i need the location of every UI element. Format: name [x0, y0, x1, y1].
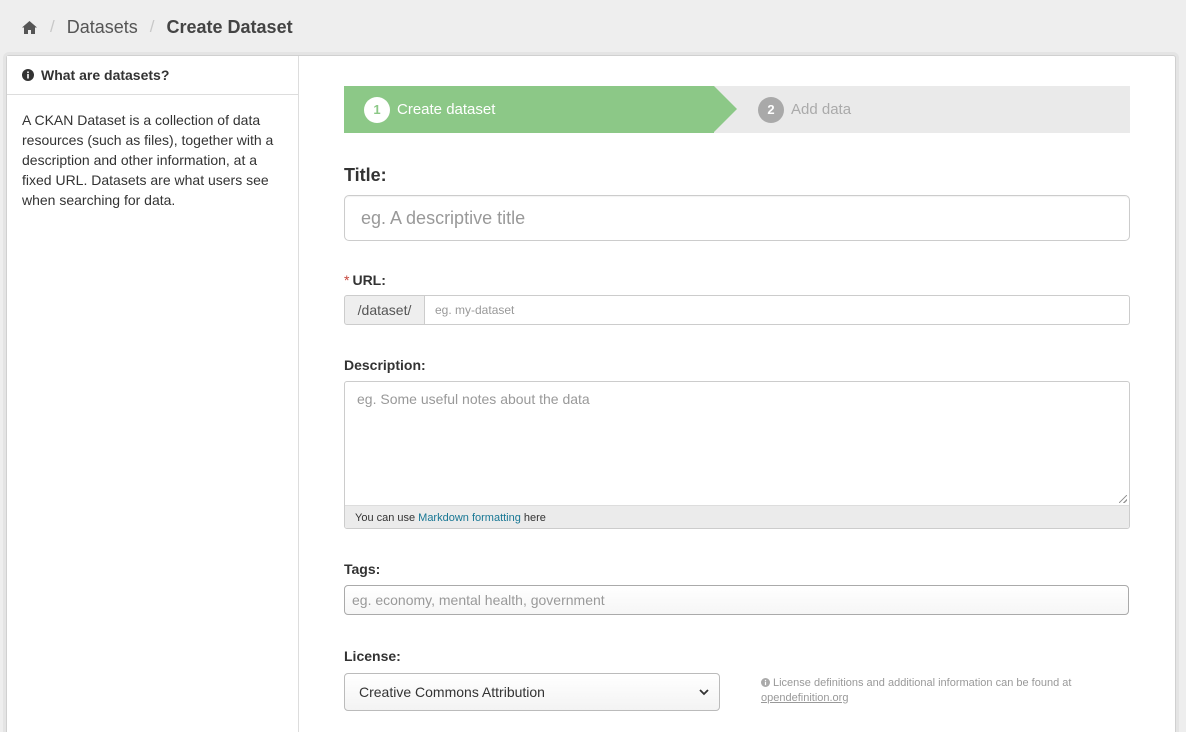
resize-handle[interactable] — [1119, 495, 1127, 503]
license-label: License: — [344, 648, 401, 664]
help-suffix: here — [523, 511, 546, 524]
sidebar-heading-text: What are datasets? — [41, 67, 170, 83]
description-field-group: Description: eg. Some useful notes about… — [344, 357, 1130, 529]
markdown-help: You can use Markdown formatting here — [345, 505, 1129, 528]
license-selected-value: Creative Commons Attribution — [359, 684, 545, 700]
description-box: eg. Some useful notes about the data You… — [344, 381, 1130, 529]
stage-add-data[interactable]: 2 Add data — [758, 86, 851, 133]
description-placeholder: eg. Some useful notes about the data — [357, 391, 590, 407]
stage-create-dataset[interactable]: 1 Create dataset — [344, 86, 714, 133]
info-icon — [761, 678, 770, 687]
title-field-group: Title: eg. A descriptive title — [344, 165, 1130, 241]
license-select[interactable]: Creative Commons Attribution — [344, 673, 720, 711]
url-label: * URL: — [344, 272, 1130, 288]
required-marker: * — [344, 272, 350, 288]
tags-field-group: Tags: eg. economy, mental health, govern… — [344, 561, 1130, 615]
stage-number: 1 — [364, 96, 390, 123]
breadcrumb-create-dataset[interactable]: Create Dataset — [167, 17, 293, 38]
sidebar-heading: What are datasets? — [7, 56, 298, 95]
main-card: What are datasets? A CKAN Dataset is a c… — [6, 55, 1176, 732]
url-field-group: * URL: /dataset/ eg. my-dataset — [344, 272, 1130, 325]
form-content: 1 Create dataset 2 Add data Title: eg. A… — [299, 56, 1175, 732]
opendefinition-link[interactable]: opendefinition.org — [761, 692, 848, 704]
stage-arrow — [714, 86, 737, 132]
url-input-row: /dataset/ eg. my-dataset — [344, 295, 1130, 325]
tags-label: Tags: — [344, 561, 381, 577]
markdown-formatting-link[interactable]: Markdown formatting — [418, 512, 521, 524]
stage-number: 2 — [758, 96, 784, 123]
url-label-text: URL: — [352, 272, 386, 288]
info-icon — [22, 69, 34, 81]
breadcrumb: / Datasets / Create Dataset — [0, 0, 1186, 54]
url-prefix: /dataset/ — [344, 295, 425, 325]
sidebar-description: A CKAN Dataset is a collection of data r… — [22, 112, 274, 208]
sidebar: What are datasets? A CKAN Dataset is a c… — [7, 56, 299, 732]
license-row: Creative Commons Attribution License def… — [344, 673, 1130, 711]
tags-input[interactable]: eg. economy, mental health, government — [344, 585, 1129, 615]
home-icon[interactable] — [21, 20, 38, 35]
breadcrumb-separator: / — [149, 17, 155, 36]
license-field-group: License: Creative Commons Attribution Li… — [344, 648, 1130, 711]
license-info: License definitions and additional infor… — [761, 676, 1091, 706]
breadcrumb-separator: / — [50, 17, 55, 36]
license-info-text: License definitions and additional infor… — [773, 677, 1072, 689]
description-textarea[interactable]: eg. Some useful notes about the data — [345, 382, 1129, 505]
stage-label: Create dataset — [397, 101, 496, 118]
stages-bar: 1 Create dataset 2 Add data — [344, 86, 1130, 133]
help-prefix: You can use — [355, 511, 416, 524]
description-label: Description: — [344, 357, 426, 373]
title-input[interactable]: eg. A descriptive title — [344, 195, 1130, 241]
url-input[interactable]: eg. my-dataset — [425, 295, 1130, 325]
stage-label: Add data — [791, 101, 852, 118]
title-label: Title: — [344, 165, 387, 185]
breadcrumb-datasets[interactable]: Datasets — [67, 17, 138, 38]
chevron-down-icon — [699, 689, 709, 696]
